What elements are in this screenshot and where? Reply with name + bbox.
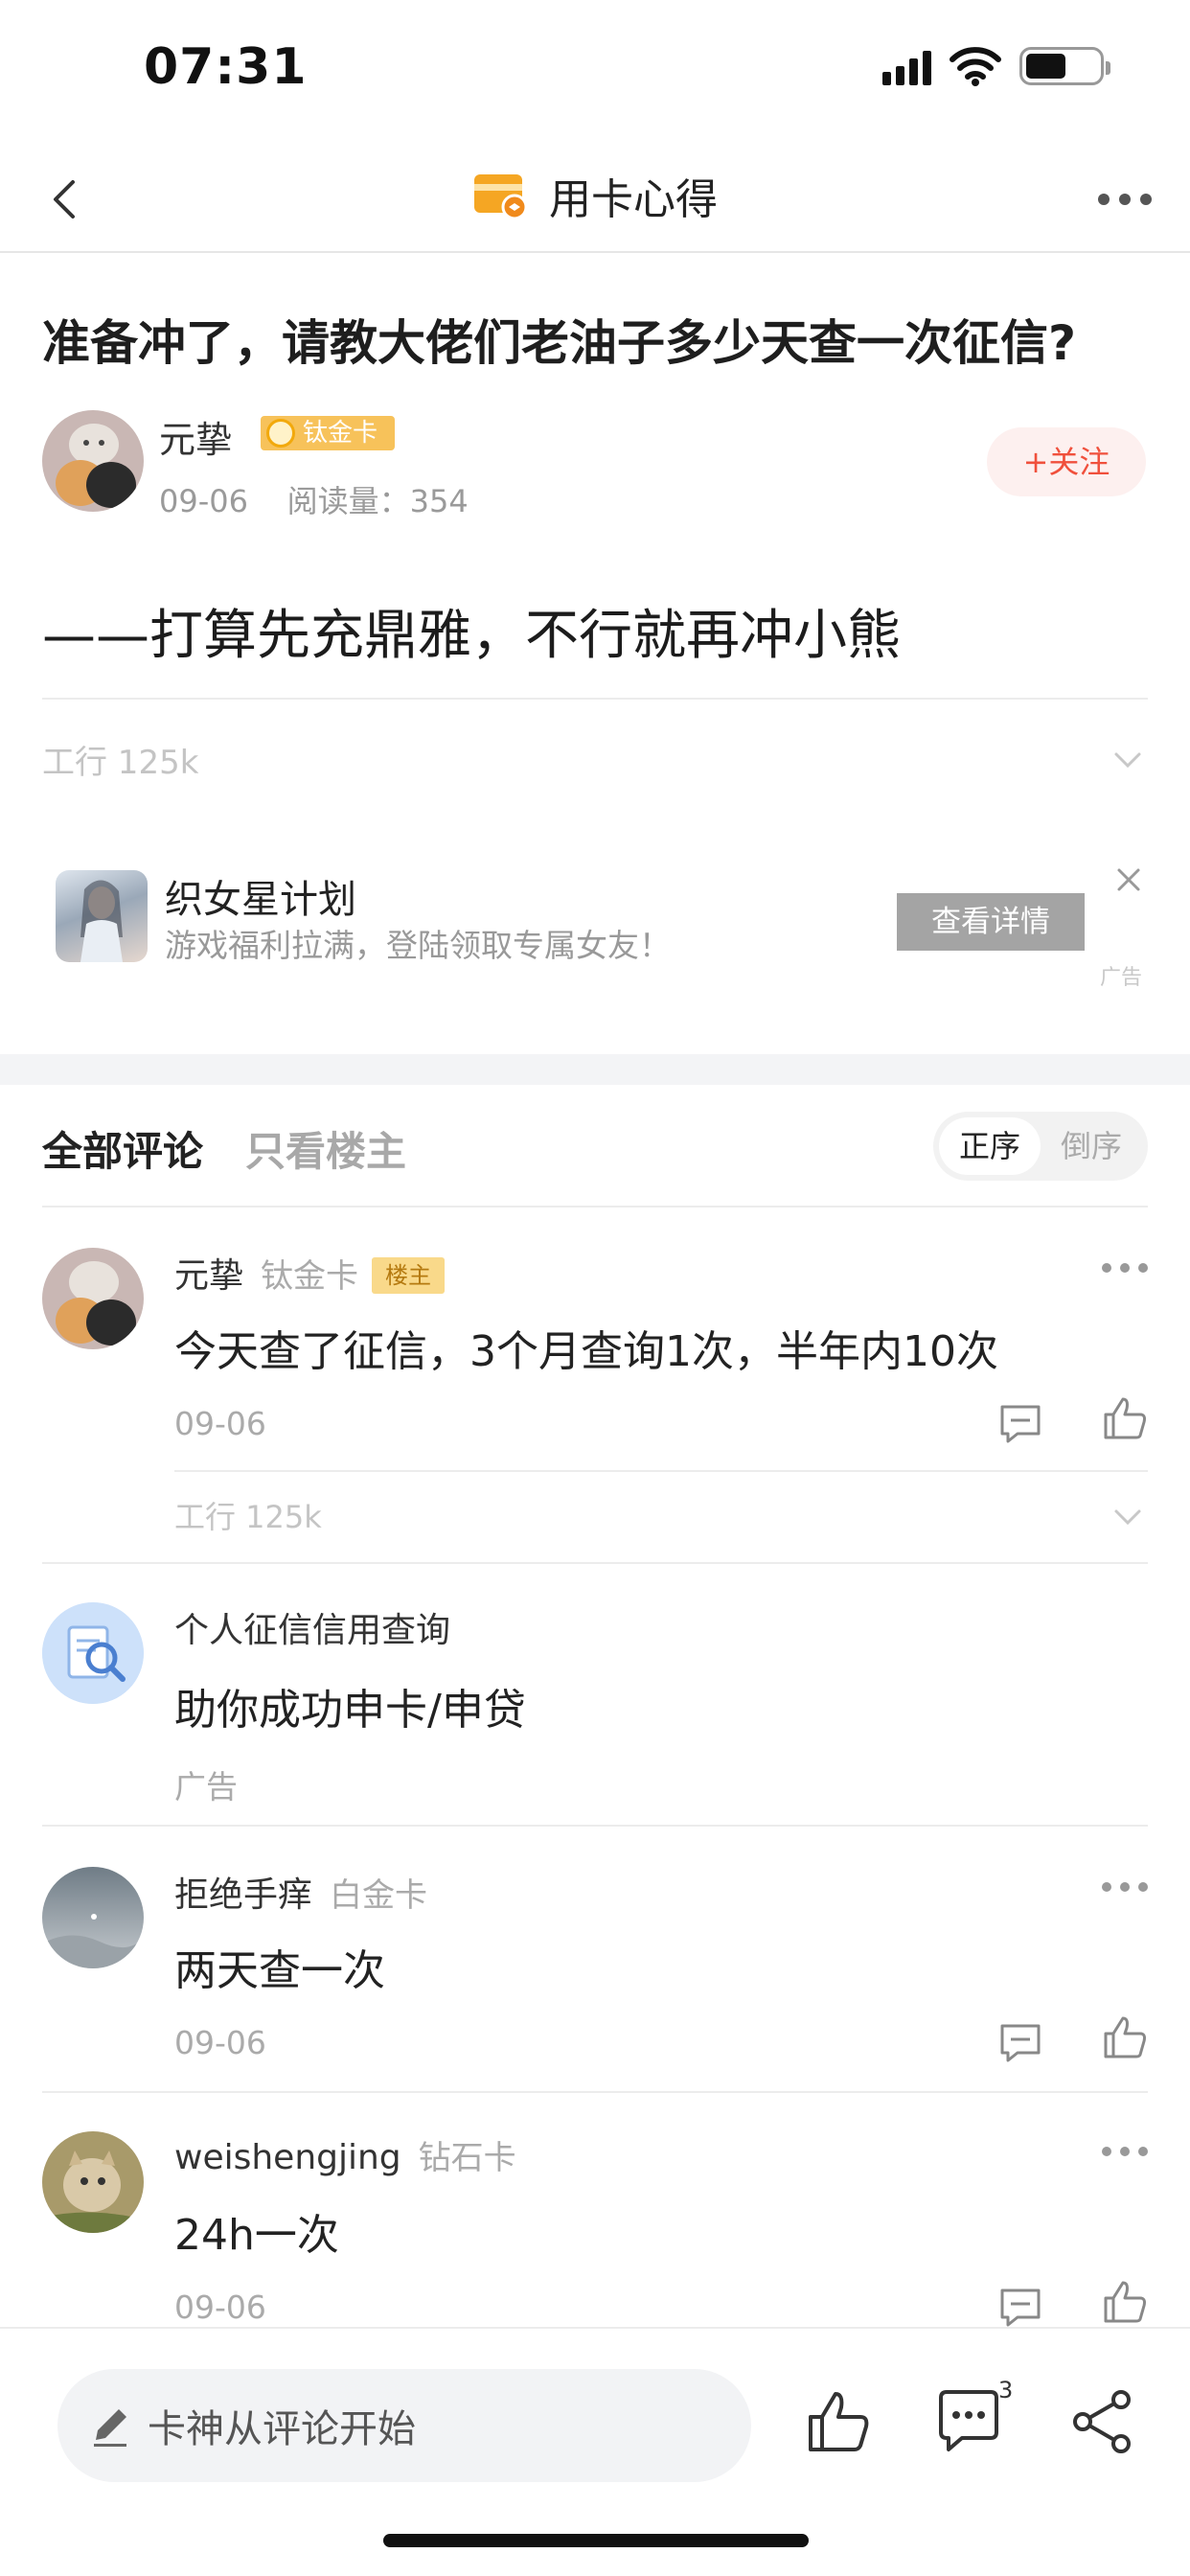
nav-bar: 用卡心得 — [0, 144, 1190, 253]
ad-mark: 广告 — [1099, 966, 1142, 990]
comment-date: 09-06 — [174, 1405, 266, 1442]
comment-more-icon[interactable] — [1102, 2147, 1148, 2156]
comment-more-icon[interactable] — [1102, 1882, 1148, 1892]
divider — [42, 1562, 1148, 1564]
medal-icon — [266, 419, 295, 448]
nav-title-group: 用卡心得 — [0, 165, 1190, 226]
post-meta: 09-06 阅读量：354 — [159, 477, 469, 521]
author-card-level: 钛金卡 — [303, 419, 378, 448]
reply-icon[interactable] — [996, 1399, 1044, 1447]
post-tag: 工行 125k — [42, 744, 199, 782]
ad-card[interactable]: 织女星计划 游戏福利拉满，登陆领取专属女友！ 查看详情 广告 — [42, 861, 1148, 1004]
pencil-icon — [94, 2409, 126, 2447]
ad-title: 织女星计划 — [165, 878, 356, 922]
divider — [42, 1825, 1148, 1827]
chevron-down-icon[interactable] — [1111, 744, 1144, 776]
comment-tabs: 全部评论 只看楼主 — [42, 1119, 406, 1178]
wifi-icon — [950, 47, 1001, 86]
comment-text: 今天查了征信，3个月查询1次，半年内10次 — [174, 1327, 998, 1376]
comment-tag-row[interactable]: 工行 125k — [174, 1493, 1148, 1547]
post-tag-row[interactable]: 工行 125k — [42, 736, 1148, 790]
share-icon[interactable] — [1067, 2386, 1138, 2457]
comment-ad-title: 个人征信信用查询 — [174, 1611, 451, 1650]
reply-icon[interactable] — [996, 2018, 1044, 2066]
author-card-badge: 钛金卡 — [261, 416, 396, 450]
sort-descending[interactable]: 倒序 — [1041, 1117, 1142, 1175]
sort-ascending[interactable]: 正序 — [939, 1117, 1041, 1175]
divider — [174, 1470, 1148, 1472]
commenter-info: 拒绝手痒 白金卡 — [174, 1867, 427, 1917]
post-body: ——打算先充鼎雅，不行就再冲小熊 — [42, 605, 901, 667]
commenter-info: weishengjing 钻石卡 — [174, 2131, 516, 2178]
post-reads: 阅读量：354 — [286, 483, 469, 519]
card-category-icon — [474, 174, 528, 220]
comment-ad-text: 助你成功申卡/申贷 — [174, 1686, 526, 1735]
divider — [42, 698, 1148, 700]
commenter-avatar[interactable] — [42, 1867, 144, 1968]
commenter-name[interactable]: 元挚 — [174, 1256, 243, 1296]
status-time: 07:31 — [144, 38, 308, 96]
section-gap — [0, 1054, 1190, 1085]
signal-icon — [882, 47, 931, 85]
home-indicator[interactable] — [383, 2534, 809, 2547]
status-icons — [882, 46, 1110, 86]
divider — [42, 1206, 1148, 1208]
tab-all-comments[interactable]: 全部评论 — [42, 1119, 203, 1178]
comment-more-icon[interactable] — [1102, 1263, 1148, 1273]
comment-date: 09-06 — [174, 2024, 266, 2061]
more-options-icon[interactable] — [1087, 171, 1163, 228]
commenter-card-level: 白金卡 — [330, 1876, 428, 1915]
close-icon[interactable] — [1110, 861, 1148, 899]
comment-icon[interactable] — [933, 2386, 1004, 2457]
post-title: 准备冲了，请教大佬们老油子多少天查一次征信? — [42, 315, 1077, 371]
sort-toggle: 正序 倒序 — [933, 1112, 1148, 1181]
owner-badge: 楼主 — [372, 1257, 446, 1294]
divider — [42, 2091, 1148, 2093]
like-icon[interactable] — [1100, 2012, 1150, 2062]
commenter-card-level: 钻石卡 — [418, 2139, 516, 2177]
credit-report-avatar — [42, 1602, 144, 1704]
commenter-card-level: 钛金卡 — [261, 1257, 359, 1296]
commenter-avatar[interactable] — [42, 2131, 144, 2233]
nav-title: 用卡心得 — [549, 175, 718, 224]
like-post-icon[interactable] — [803, 2386, 874, 2457]
comment-tag: 工行 125k — [174, 1499, 322, 1535]
commenter-name[interactable]: weishengjing — [174, 2138, 401, 2177]
commenter-info: 元挚 钛金卡 楼主 — [174, 1248, 446, 1298]
comment-text: 两天查一次 — [174, 1946, 385, 1995]
like-icon[interactable] — [1100, 2277, 1150, 2327]
comment-date: 09-06 — [174, 2288, 266, 2326]
author-name[interactable]: 元挚 — [159, 410, 232, 463]
comment-count-badge: 3 — [998, 2377, 1014, 2404]
author-avatar[interactable] — [42, 410, 144, 512]
chevron-down-icon[interactable] — [1111, 1501, 1144, 1533]
tab-owner-only[interactable]: 只看楼主 — [245, 1119, 406, 1178]
comment-input[interactable]: 卡神从评论开始 — [57, 2369, 751, 2482]
like-icon[interactable] — [1100, 1393, 1150, 1443]
ad-subtitle: 游戏福利拉满，登陆领取专属女友！ — [165, 927, 671, 964]
follow-button[interactable]: +关注 — [987, 427, 1146, 496]
ad-view-details-button[interactable]: 查看详情 — [897, 893, 1085, 951]
reply-icon[interactable] — [996, 2283, 1044, 2331]
ad-thumbnail — [56, 870, 148, 962]
comment-text: 24h一次 — [174, 2211, 339, 2260]
commenter-name[interactable]: 拒绝手痒 — [174, 1875, 312, 1915]
comment-input-placeholder: 卡神从评论开始 — [148, 2407, 416, 2451]
post-date: 09-06 — [159, 483, 248, 519]
commenter-avatar[interactable] — [42, 1248, 144, 1349]
comment-ad-mark: 广告 — [174, 1768, 238, 1806]
status-bar: 07:31 — [0, 0, 1190, 144]
battery-icon — [1019, 47, 1110, 85]
